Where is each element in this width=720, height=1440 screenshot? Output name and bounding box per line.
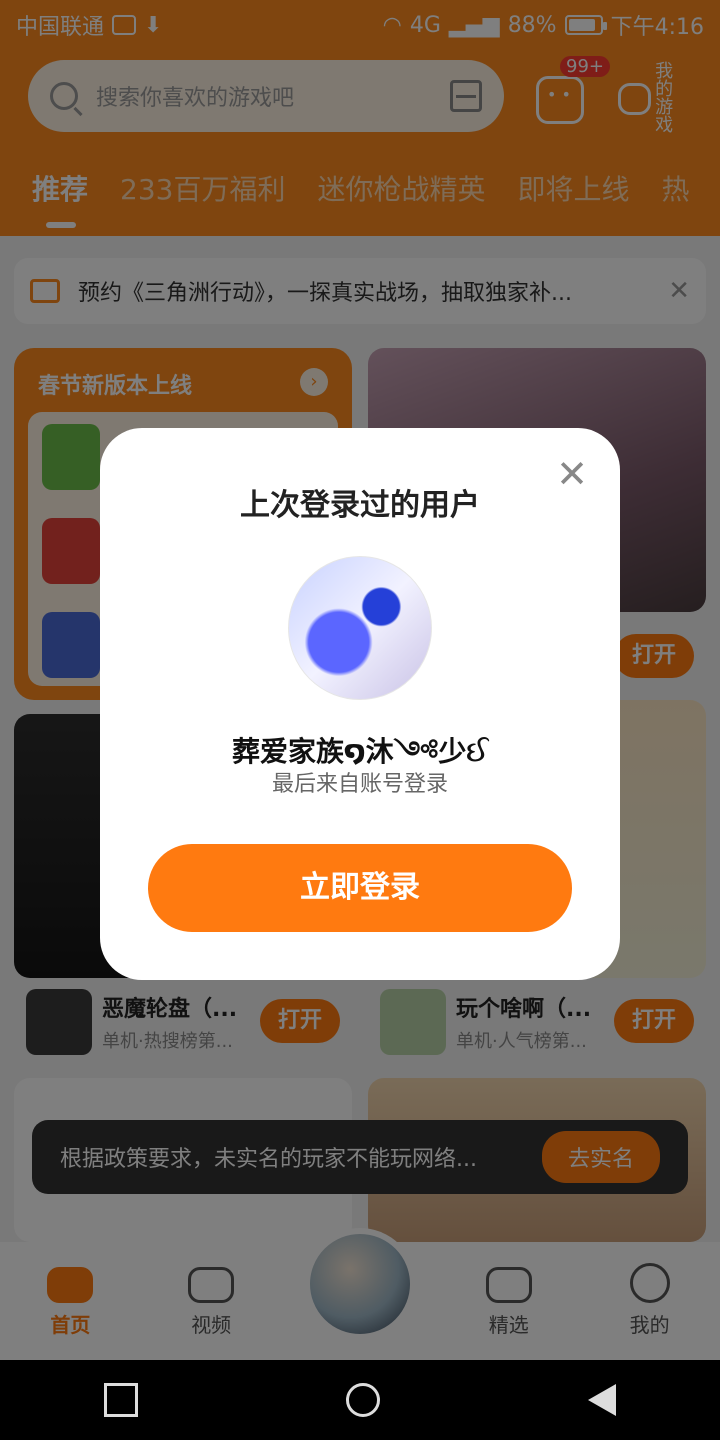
system-nav-bar (0, 1360, 720, 1440)
home-icon[interactable] (346, 1383, 380, 1417)
login-source-text: 最后来自账号登录 (271, 772, 448, 797)
back-icon[interactable] (588, 1384, 616, 1416)
login-now-button[interactable]: 立即登录 (148, 844, 572, 932)
dialog-title: 上次登录过的用户 (240, 488, 480, 523)
recent-apps-icon[interactable] (104, 1383, 138, 1417)
last-login-dialog: ✕ 上次登录过的用户 葬爱家族໑沐༺少ઈ 最后来自账号登录 立即登录 (100, 428, 620, 980)
avatar (288, 556, 432, 700)
